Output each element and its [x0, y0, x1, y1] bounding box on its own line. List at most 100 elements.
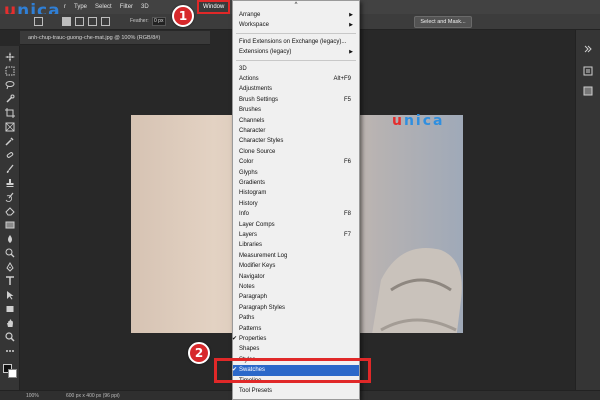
menu-item-window[interactable]: Window — [197, 0, 231, 14]
zoom-level[interactable]: 100% — [26, 393, 39, 399]
menu-item-properties[interactable]: ✔ Properties — [232, 334, 359, 344]
more-tools-icon[interactable] — [5, 346, 15, 356]
background-color-swatch[interactable] — [8, 369, 17, 378]
menu-item-histogram[interactable]: Histogram — [233, 188, 359, 198]
feather-input[interactable]: 0 px — [152, 17, 166, 26]
menu-item-extensions-legacy[interactable]: Extensions (legacy) ▶ — [233, 47, 359, 57]
menu-item-navigator[interactable]: Navigator — [233, 272, 359, 282]
menu-item-character-styles[interactable]: Character Styles — [233, 136, 359, 146]
menu-item-label: Properties — [239, 336, 267, 342]
dodge-icon[interactable] — [5, 248, 15, 258]
menu-item-label: Character — [239, 128, 266, 134]
menu-item-label: Clone Source — [239, 148, 276, 155]
blur-icon[interactable] — [5, 234, 15, 244]
crop-icon[interactable] — [5, 108, 15, 118]
menu-item-patterns[interactable]: Patterns — [233, 324, 359, 334]
menu-item-paragraph[interactable]: Paragraph — [233, 292, 359, 302]
rectangular-marquee-icon[interactable] — [5, 66, 15, 76]
menu-item-label: Measurement Log — [239, 252, 288, 259]
menu-item-brushes[interactable]: Brushes — [233, 105, 359, 115]
menu-item-label: Arrange — [239, 12, 261, 18]
menu-item-gradients[interactable]: Gradients — [233, 178, 359, 188]
menu-item-label: Actions — [239, 76, 259, 82]
rectangle-shape-icon[interactable] — [5, 304, 15, 314]
menu-item-label: Glyphs — [239, 169, 258, 176]
panel-history-icon[interactable] — [583, 66, 593, 76]
menu-separator — [236, 32, 356, 34]
photo-watermark-logo: unica — [392, 113, 444, 129]
gradient-icon[interactable] — [5, 220, 15, 230]
brush-icon[interactable] — [5, 164, 15, 174]
select-and-mask-button[interactable]: Select and Mask... — [414, 16, 472, 28]
healing-brush-icon[interactable] — [5, 150, 15, 160]
frame-icon[interactable] — [5, 122, 15, 132]
menu-item-modifier-keys[interactable]: Modifier Keys — [233, 261, 359, 271]
menu-item-3d[interactable]: 3D — [233, 64, 359, 74]
move-tool-icon[interactable] — [5, 52, 15, 62]
menu-item-character[interactable]: Character — [233, 126, 359, 136]
menu-item-layers[interactable]: Layers F7 — [233, 230, 359, 240]
menu-item-notes[interactable]: Notes — [233, 282, 359, 292]
menu-item-arrange[interactable]: Arrange ▶ — [233, 10, 359, 20]
pen-icon[interactable] — [5, 262, 15, 272]
checkmark-icon: ✔ — [232, 336, 238, 342]
type-icon[interactable] — [5, 276, 15, 286]
menu-item-type[interactable]: Type — [70, 0, 91, 14]
panel-properties-icon[interactable] — [583, 86, 593, 96]
menu-item-find-extensions-on-exchange-legacy[interactable]: Find Extensions on Exchange (legacy)... — [233, 37, 359, 47]
document-tab[interactable]: anh-chup-trauc-guong-che-mat.jpg @ 100% … — [20, 31, 210, 45]
menu-item-actions[interactable]: Actions Alt+F9 — [233, 74, 359, 84]
menu-item-layer-comps[interactable]: Layer Comps — [233, 220, 359, 230]
menu-item-label: Paths — [239, 315, 255, 322]
menu-item-label: Extensions (legacy) — [239, 49, 292, 56]
intersect-selection-icon[interactable] — [101, 17, 110, 26]
menu-item-label: Paragraph — [239, 294, 268, 301]
menu-item-paths[interactable]: Paths — [233, 313, 359, 323]
menu-item-color[interactable]: Color F6 — [233, 157, 359, 167]
submenu-arrow-icon: ▶ — [349, 49, 353, 56]
photo-logo-letter-u: u — [392, 113, 404, 129]
menu-item-view-partial[interactable]: r — [60, 0, 70, 14]
menu-item-label: 3D — [239, 65, 247, 72]
panel-collapse-icon[interactable] — [583, 44, 593, 54]
menu-item-adjustments[interactable]: Adjustments — [233, 84, 359, 94]
quick-selection-icon[interactable] — [5, 94, 15, 104]
menu-item-libraries[interactable]: Libraries — [233, 240, 359, 250]
menu-item-glyphs[interactable]: Glyphs — [233, 168, 359, 178]
menu-item-label: Gradients — [239, 180, 266, 186]
hand-icon[interactable] — [5, 318, 15, 328]
eyedropper-icon[interactable] — [5, 136, 15, 146]
menu-item-paragraph-styles[interactable]: Paragraph Styles — [233, 303, 359, 313]
menu-item-brush-settings[interactable]: Brush Settings F5 — [233, 95, 359, 105]
menu-scroll-up-arrow[interactable]: ^ — [233, 1, 359, 9]
eraser-icon[interactable] — [5, 206, 15, 216]
path-selection-icon[interactable] — [5, 290, 15, 300]
document-info[interactable]: 600 px x 400 px (96 ppi) — [66, 393, 120, 399]
menu-item-select[interactable]: Select — [91, 0, 116, 14]
menu-item-label: Brushes — [239, 107, 262, 114]
menu-item-channels[interactable]: Channels — [233, 116, 359, 126]
lasso-icon[interactable] — [5, 80, 15, 90]
add-selection-icon[interactable] — [75, 17, 84, 26]
menu-item-label: Shapes — [239, 346, 260, 353]
menu-item-label: Workspace — [239, 22, 269, 29]
menu-item-workspace[interactable]: Workspace ▶ — [233, 20, 359, 30]
menu-item-tool-presets[interactable]: Tool Presets — [233, 386, 359, 396]
menu-item-measurement-log[interactable]: Measurement Log — [233, 251, 359, 261]
menu-item-filter[interactable]: Filter — [116, 0, 137, 14]
zoom-icon[interactable] — [5, 332, 15, 342]
marquee-tool-icon[interactable] — [34, 17, 43, 26]
history-brush-icon[interactable] — [5, 192, 15, 202]
clone-stamp-icon[interactable] — [5, 178, 15, 188]
menu-item-clone-source[interactable]: Clone Source — [233, 147, 359, 157]
subtract-selection-icon[interactable] — [88, 17, 97, 26]
new-selection-icon[interactable] — [62, 17, 71, 26]
menu-item-shapes[interactable]: Shapes — [233, 344, 359, 354]
menu-item-shortcut: F5 — [343, 96, 351, 103]
menu-item-3d[interactable]: 3D — [137, 0, 153, 14]
menu-item-history[interactable]: History — [233, 199, 359, 209]
hat-graphic — [372, 248, 462, 333]
menu-item-label: Layers — [239, 232, 258, 238]
submenu-arrow-icon: ▶ — [349, 12, 353, 18]
menu-item-info[interactable]: Info F8 — [233, 209, 359, 219]
